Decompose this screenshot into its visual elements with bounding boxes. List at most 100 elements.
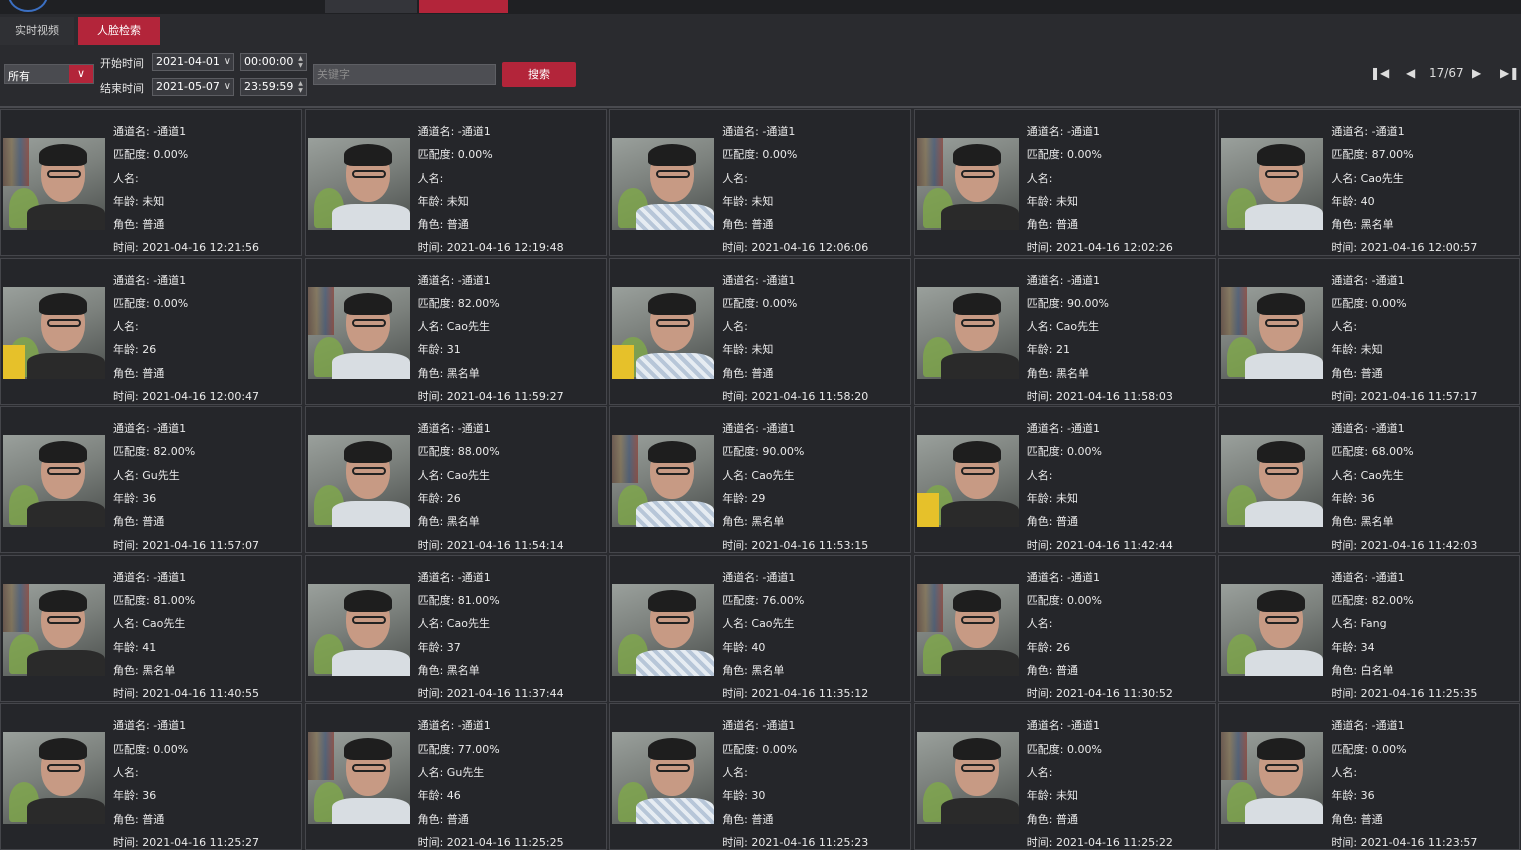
card-name-label: 人名: <box>113 765 139 779</box>
card-name-label: 人名: <box>113 171 139 185</box>
face-thumbnail[interactable] <box>3 138 105 230</box>
face-thumbnail[interactable] <box>1221 732 1324 825</box>
person-glasses <box>656 170 691 178</box>
last-page-icon[interactable]: ▶❚ <box>1500 66 1519 80</box>
result-card[interactable]: 通道名: -通道1 匹配度: 76.00% 人名: Cao先生 年龄: 40 角色: 黑… <box>609 554 912 702</box>
result-card[interactable]: 通道名: -通道1 匹配度: 87.00% 人名: Cao先生 年龄: 40 角色: 黑… <box>1218 109 1521 256</box>
chevron-down-icon[interactable]: ∨ <box>224 79 231 95</box>
result-card[interactable]: 通道名: -通道1 匹配度: 68.00% 人名: Cao先生 年龄: 36 角色: 黑… <box>1218 406 1521 554</box>
card-info: 通道名: -通道1 匹配度: 0.00% 人名: 年龄: 未知 角色: 普通 时间: 2… <box>1027 120 1173 255</box>
card-age-line: 年龄: 未知 <box>1027 190 1173 213</box>
result-card[interactable]: 通道名: -通道1 匹配度: 0.00% 人名: 年龄: 未知 角色: 普通 时间: 2… <box>913 109 1216 256</box>
card-role-value: 普通 <box>142 366 165 380</box>
face-thumbnail[interactable] <box>916 435 1019 528</box>
next-page-icon[interactable]: ▶ <box>1472 66 1481 80</box>
card-channel-value: -通道1 <box>1371 422 1405 436</box>
face-thumbnail[interactable] <box>1221 435 1324 528</box>
card-info: 通道名: -通道1 匹配度: 0.00% 人名: 年龄: 未知 角色: 普通 时间: 2… <box>1027 417 1173 552</box>
prev-page-icon[interactable]: ◀ <box>1406 66 1415 80</box>
face-thumbnail[interactable] <box>916 286 1019 379</box>
face-thumbnail[interactable] <box>307 583 410 676</box>
face-thumbnail[interactable] <box>3 583 105 676</box>
face-thumbnail[interactable] <box>3 435 105 528</box>
search-button[interactable]: 搜索 <box>502 62 576 87</box>
result-card[interactable]: 通道名: -通道1 匹配度: 90.00% 人名: Cao先生 年龄: 29 角色: 黑… <box>609 406 912 554</box>
result-card[interactable]: 通道名: -通道1 匹配度: 82.00% 人名: Cao先生 年龄: 31 角色: 黑… <box>304 257 607 405</box>
first-page-icon[interactable]: ❚◀ <box>1370 66 1389 80</box>
face-thumbnail[interactable] <box>916 732 1019 825</box>
category-select[interactable]: 所有 ∨ <box>4 64 94 84</box>
card-role-value: 黑名单 <box>446 515 480 529</box>
end-date-field[interactable]: 2021-05-07 ∨ <box>152 78 234 96</box>
card-match-line: 匹配度: 77.00% <box>418 738 564 761</box>
result-card[interactable]: 通道名: -通道1 匹配度: 0.00% 人名: 年龄: 未知 角色: 普通 时间: 2… <box>0 109 302 256</box>
face-thumbnail[interactable] <box>1221 138 1324 230</box>
card-age-label: 年龄: <box>113 789 143 803</box>
face-thumbnail[interactable] <box>1221 286 1324 379</box>
card-role-line: 角色: 普通 <box>1331 362 1477 385</box>
spinner-icon[interactable]: ▲ ▼ <box>296 80 305 94</box>
face-thumbnail[interactable] <box>612 732 715 825</box>
start-date-field[interactable]: 2021-04-01 ∨ <box>152 53 234 71</box>
card-time-line: 时间: 2021-04-16 12:06:06 <box>722 236 868 255</box>
start-time-field[interactable]: 00:00:00 ▲ ▼ <box>240 53 307 71</box>
card-role-line: 角色: 普通 <box>1027 510 1173 533</box>
result-card[interactable]: 通道名: -通道1 匹配度: 82.00% 人名: Fang 年龄: 34 角色: 白名… <box>1218 554 1521 702</box>
card-match-value: 82.00% <box>1371 594 1414 608</box>
chevron-down-icon[interactable]: ∨ <box>224 54 231 70</box>
card-role-value: 普通 <box>1360 366 1383 380</box>
result-card[interactable]: 通道名: -通道1 匹配度: 0.00% 人名: 年龄: 未知 角色: 普通 时间: 2… <box>1218 257 1521 405</box>
face-thumbnail[interactable] <box>307 138 410 230</box>
card-time-line: 时间: 2021-04-16 11:23:57 <box>1331 831 1477 850</box>
person-shirt <box>331 798 410 825</box>
face-thumbnail[interactable] <box>612 138 715 230</box>
card-age-line: 年龄: 未知 <box>1027 784 1173 807</box>
face-thumbnail[interactable] <box>612 286 715 379</box>
face-thumbnail[interactable] <box>307 732 410 825</box>
spinner-icon[interactable]: ▲ ▼ <box>296 55 305 69</box>
keyword-input[interactable]: 关键字 <box>313 64 496 85</box>
result-card[interactable]: 通道名: -通道1 匹配度: 88.00% 人名: Cao先生 年龄: 26 角色: 黑… <box>304 406 607 554</box>
card-age-label: 年龄: <box>1331 343 1361 357</box>
result-card[interactable]: 通道名: -通道1 匹配度: 0.00% 人名: 年龄: 未知 角色: 普通 时间: 2… <box>609 109 912 256</box>
result-card[interactable]: 通道名: -通道1 匹配度: 0.00% 人名: 年龄: 未知 角色: 普通 时间: 2… <box>609 257 912 405</box>
result-card[interactable]: 通道名: -通道1 匹配度: 82.00% 人名: Gu先生 年龄: 36 角色: 普通… <box>0 406 302 554</box>
result-card[interactable]: 通道名: -通道1 匹配度: 0.00% 人名: 年龄: 30 角色: 普通 时间: 2… <box>609 703 912 850</box>
result-card[interactable]: 通道名: -通道1 匹配度: 0.00% 人名: 年龄: 26 角色: 普通 时间: 2… <box>0 257 302 405</box>
face-thumbnail[interactable] <box>916 583 1019 676</box>
result-card[interactable]: 通道名: -通道1 匹配度: 0.00% 人名: 年龄: 36 角色: 普通 时间: 2… <box>0 703 302 850</box>
tab-live-video[interactable]: 实时视频 <box>0 17 74 45</box>
result-card[interactable]: 通道名: -通道1 匹配度: 0.00% 人名: 年龄: 未知 角色: 普通 时间: 2… <box>304 109 607 256</box>
face-thumbnail[interactable] <box>916 138 1019 230</box>
face-thumbnail[interactable] <box>612 435 715 528</box>
end-time-field[interactable]: 23:59:59 ▲ ▼ <box>240 78 307 96</box>
tab-face-search[interactable]: 人脸检索 <box>78 17 160 45</box>
card-age-line: 年龄: 36 <box>113 784 259 807</box>
face-thumbnail[interactable] <box>3 286 105 379</box>
face-thumbnail[interactable] <box>3 732 105 825</box>
result-card[interactable]: 通道名: -通道1 匹配度: 81.00% 人名: Cao先生 年龄: 41 角色: 黑… <box>0 554 302 702</box>
top-tab-2[interactable] <box>419 0 508 13</box>
top-tab-1[interactable] <box>325 0 417 13</box>
person-shirt <box>1245 501 1324 528</box>
face-thumbnail[interactable] <box>1221 583 1324 676</box>
card-role-label: 角色: <box>417 218 447 232</box>
result-card[interactable]: 通道名: -通道1 匹配度: 0.00% 人名: 年龄: 26 角色: 普通 时间: 2… <box>913 554 1216 702</box>
face-thumbnail[interactable] <box>612 583 715 676</box>
chevron-down-icon[interactable]: ∨ <box>69 65 93 83</box>
card-role-label: 角色: <box>1331 663 1361 677</box>
result-card[interactable]: 通道名: -通道1 匹配度: 90.00% 人名: Cao先生 年龄: 21 角色: 黑… <box>913 257 1216 405</box>
card-time-line: 时间: 2021-04-16 11:25:35 <box>1331 682 1477 701</box>
result-card[interactable]: 通道名: -通道1 匹配度: 0.00% 人名: 年龄: 未知 角色: 普通 时间: 2… <box>913 406 1216 554</box>
face-thumbnail[interactable] <box>307 435 410 528</box>
result-card[interactable]: 通道名: -通道1 匹配度: 0.00% 人名: 年龄: 未知 角色: 普通 时间: 2… <box>913 703 1216 850</box>
result-card[interactable]: 通道名: -通道1 匹配度: 0.00% 人名: 年龄: 36 角色: 普通 时间: 2… <box>1218 703 1521 850</box>
card-info: 通道名: -通道1 匹配度: 77.00% 人名: Gu先生 年龄: 46 角色: 普通… <box>418 714 564 849</box>
person-glasses <box>960 615 995 624</box>
result-card[interactable]: 通道名: -通道1 匹配度: 81.00% 人名: Cao先生 年龄: 37 角色: 黑… <box>304 554 607 702</box>
card-role-line: 角色: 黑名单 <box>722 510 868 533</box>
face-thumbnail[interactable] <box>307 286 410 379</box>
person-hair <box>39 738 87 761</box>
card-match-value: 77.00% <box>457 742 500 756</box>
result-card[interactable]: 通道名: -通道1 匹配度: 77.00% 人名: Gu先生 年龄: 46 角色: 普通… <box>304 703 607 850</box>
